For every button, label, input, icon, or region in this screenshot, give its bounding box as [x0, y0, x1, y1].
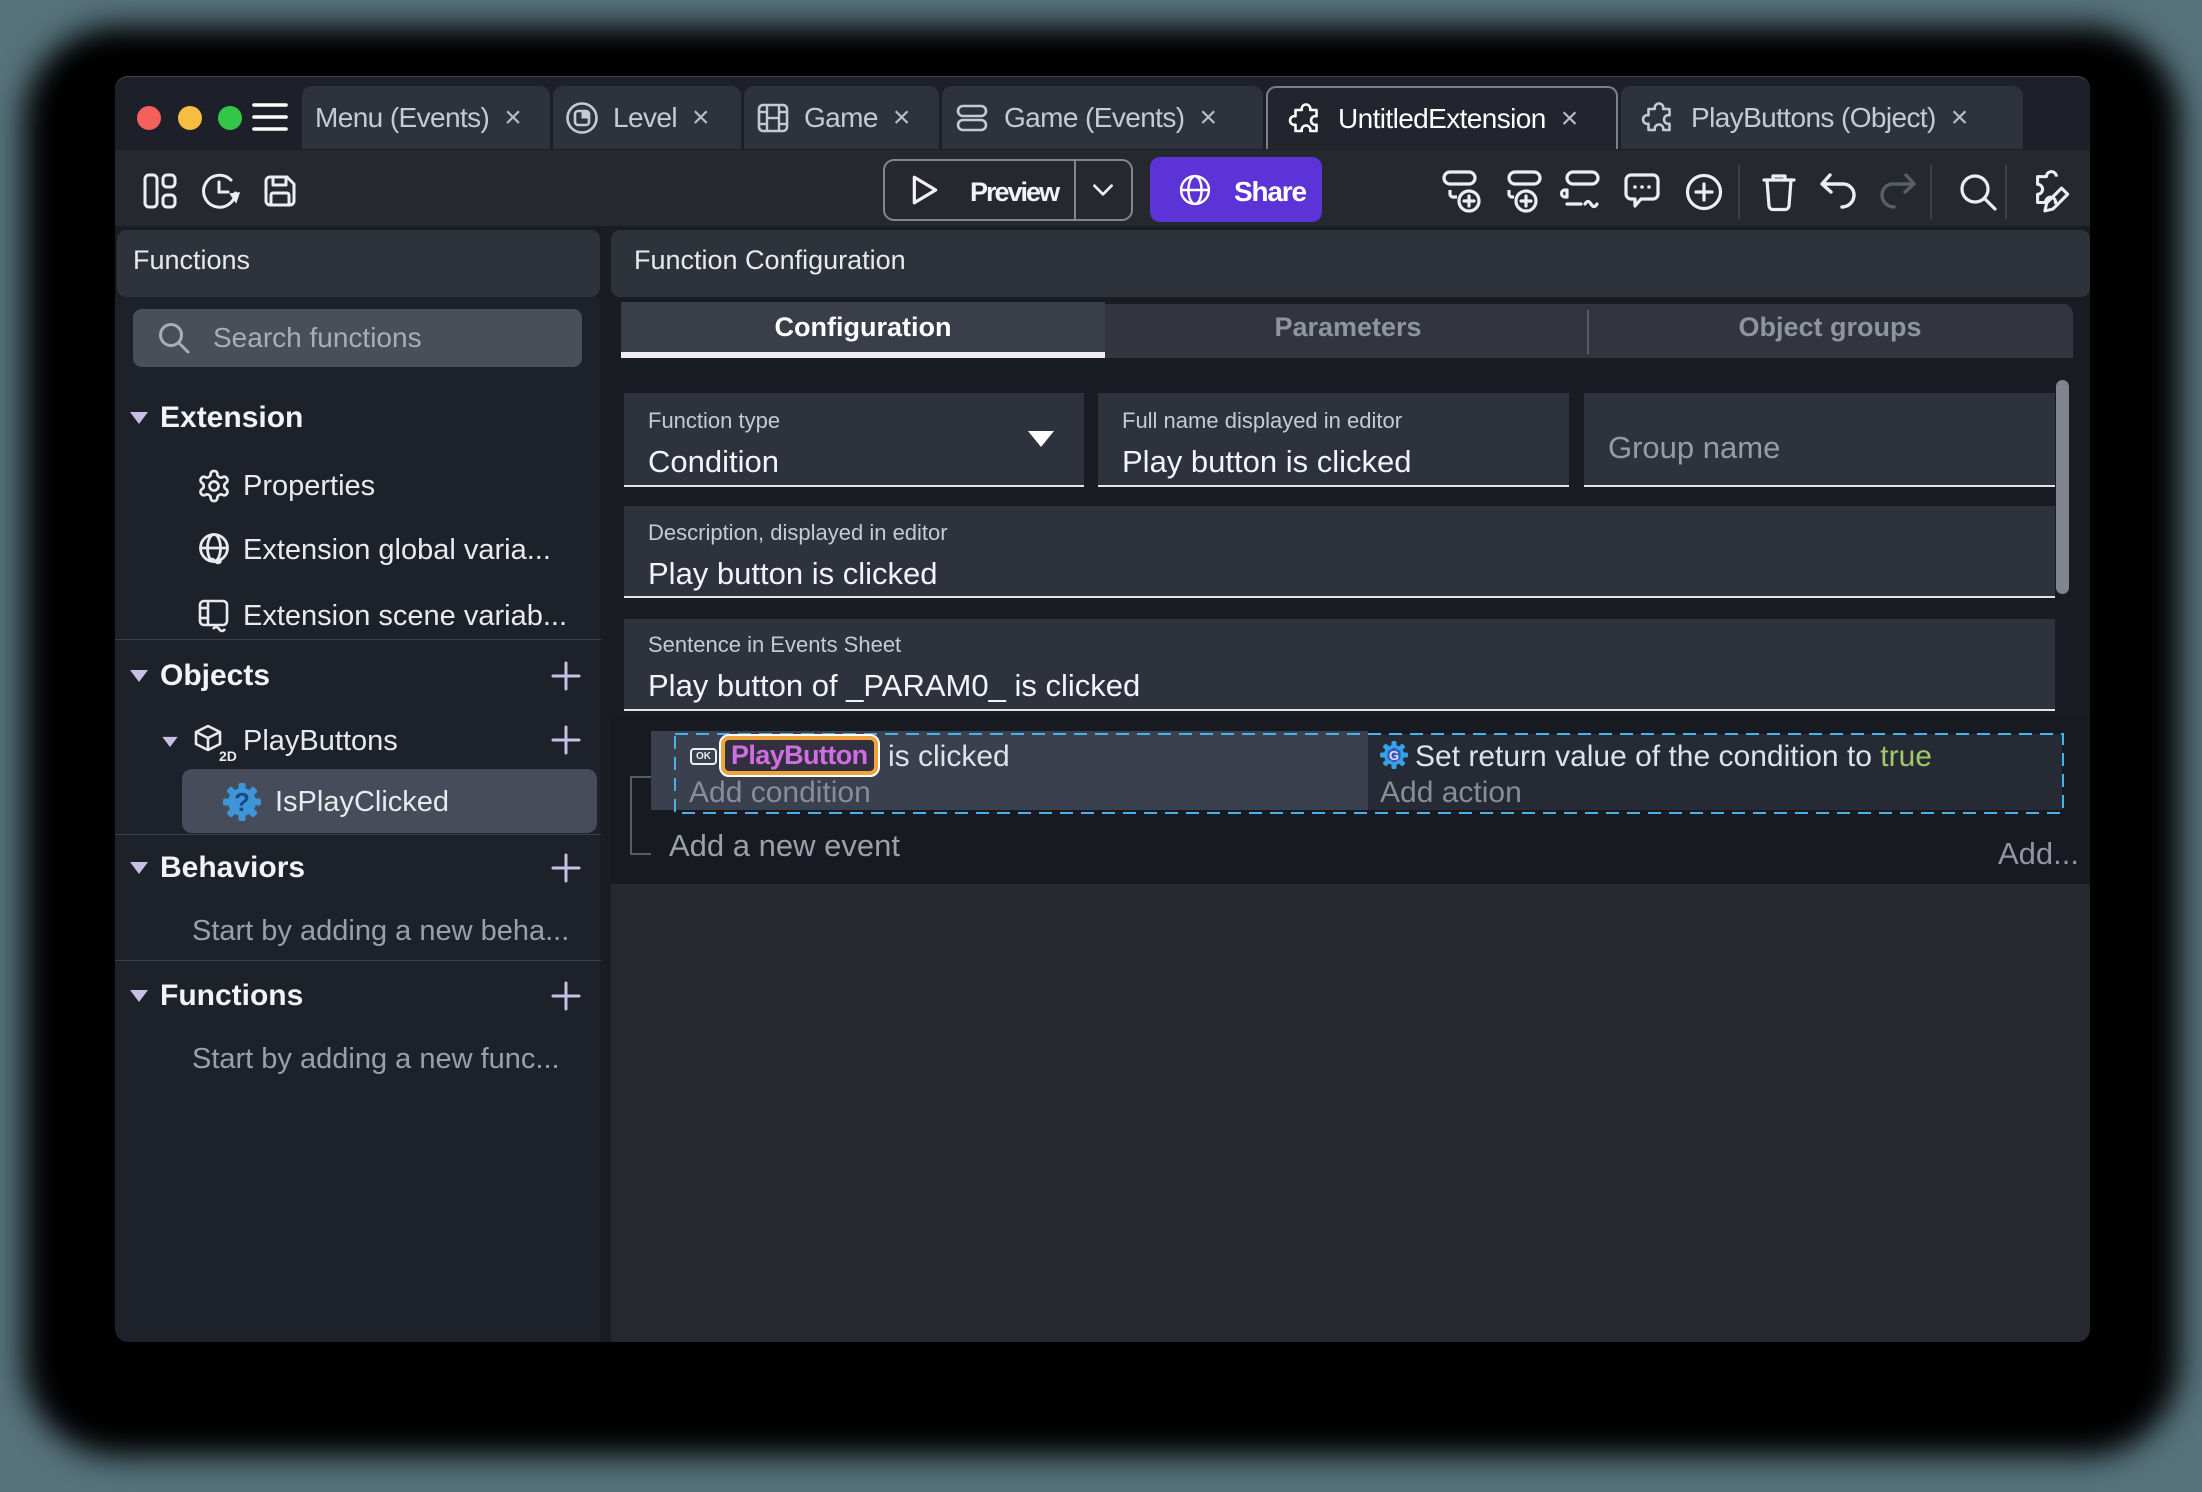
svg-text:G: G — [1389, 748, 1399, 763]
svg-text:2D: 2D — [219, 748, 237, 762]
svg-text:?: ? — [234, 787, 250, 817]
